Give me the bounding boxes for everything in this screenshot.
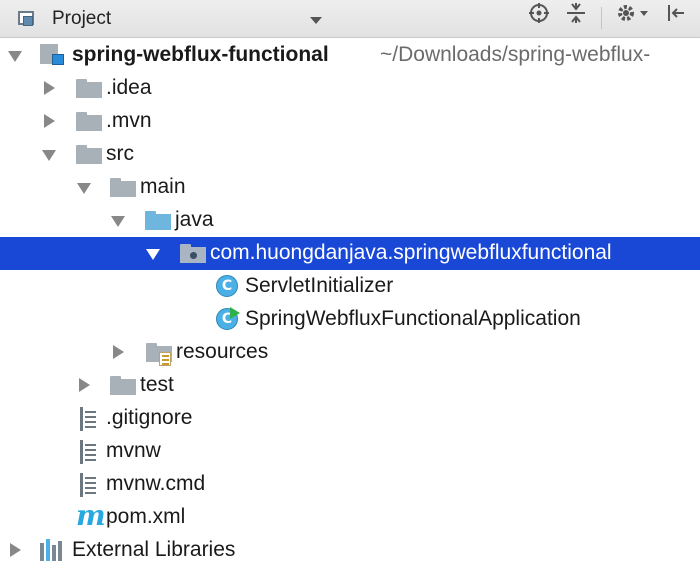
tree-node-idea[interactable]: .idea <box>0 72 700 105</box>
tree-node-test[interactable]: test <box>0 369 700 402</box>
folder-icon <box>76 112 102 131</box>
node-label: ServletInitializer <box>245 274 394 297</box>
expanded-arrow-icon[interactable] <box>146 249 160 260</box>
expanded-arrow-icon[interactable] <box>8 51 22 62</box>
folder-icon <box>110 178 136 197</box>
tree-node-root[interactable]: spring-webflux-functional ~/Downloads/sp… <box>0 39 700 72</box>
node-label: pom.xml <box>106 505 186 528</box>
maven-icon: m <box>76 499 106 532</box>
tree-node-pom[interactable]: m pom.xml <box>0 501 700 534</box>
dropdown-arrow-icon[interactable] <box>310 17 322 24</box>
tree-node-gitignore[interactable]: .gitignore <box>0 402 700 435</box>
node-label: com.huongdanjava.springwebfluxfunctional <box>210 241 612 264</box>
collapsed-arrow-icon[interactable] <box>113 345 124 359</box>
node-label: resources <box>176 340 269 363</box>
node-label: .mvn <box>106 109 152 132</box>
folder-icon <box>110 376 136 395</box>
collapse-all-icon[interactable] <box>564 0 588 26</box>
node-label: mvnw.cmd <box>106 472 206 495</box>
tree-node-external-libraries[interactable]: External Libraries <box>0 534 700 567</box>
node-label: main <box>140 175 186 198</box>
collapsed-arrow-icon[interactable] <box>44 81 55 95</box>
runnable-class-icon: C <box>216 307 240 330</box>
project-view-icon <box>16 9 38 29</box>
tree-node-application[interactable]: C SpringWebfluxFunctionalApplication <box>0 303 700 336</box>
settings-gear-icon[interactable] <box>614 0 652 26</box>
folder-icon <box>76 79 102 98</box>
expanded-arrow-icon[interactable] <box>42 150 56 161</box>
text-file-icon <box>80 407 98 431</box>
expanded-arrow-icon[interactable] <box>111 216 125 227</box>
libraries-icon <box>40 539 66 561</box>
collapsed-arrow-icon[interactable] <box>44 114 55 128</box>
tree-node-mvn[interactable]: .mvn <box>0 105 700 138</box>
node-label: mvnw <box>106 439 161 462</box>
text-file-icon <box>80 473 98 497</box>
package-icon <box>180 244 206 263</box>
node-label: External Libraries <box>72 538 236 561</box>
tree-node-servlet-initializer[interactable]: C ServletInitializer <box>0 270 700 303</box>
project-view-selector[interactable]: Project <box>16 6 111 32</box>
tree-node-resources[interactable]: resources <box>0 336 700 369</box>
resources-folder-icon <box>146 343 172 366</box>
toolbar-title: Project <box>52 8 112 29</box>
text-file-icon <box>80 440 98 464</box>
tree-node-java[interactable]: java <box>0 204 700 237</box>
source-folder-icon <box>145 211 171 230</box>
tree-node-mvnw-cmd[interactable]: mvnw.cmd <box>0 468 700 501</box>
tree-node-main[interactable]: main <box>0 171 700 204</box>
node-label: SpringWebfluxFunctionalApplication <box>245 307 581 330</box>
expanded-arrow-icon[interactable] <box>77 183 91 194</box>
node-label: test <box>140 373 174 396</box>
root-path: ~/Downloads/spring-webflux- <box>380 43 651 66</box>
hide-panel-icon[interactable] <box>664 0 688 26</box>
node-label: java <box>175 208 214 231</box>
locate-icon[interactable] <box>527 0 551 26</box>
root-name: spring-webflux-functional <box>72 43 329 66</box>
java-class-icon: C <box>216 275 238 297</box>
folder-icon <box>76 145 102 164</box>
toolbar-separator <box>601 7 602 29</box>
node-label: .idea <box>106 76 152 99</box>
tree-node-src[interactable]: src <box>0 138 700 171</box>
module-icon <box>40 44 66 66</box>
collapsed-arrow-icon[interactable] <box>10 543 21 557</box>
tree-node-package[interactable]: com.huongdanjava.springwebfluxfunctional <box>0 237 700 270</box>
tree-node-mvnw[interactable]: mvnw <box>0 435 700 468</box>
project-toolbar: Project <box>0 0 700 38</box>
collapsed-arrow-icon[interactable] <box>79 378 90 392</box>
node-label: .gitignore <box>106 406 193 429</box>
node-label: src <box>106 142 134 165</box>
